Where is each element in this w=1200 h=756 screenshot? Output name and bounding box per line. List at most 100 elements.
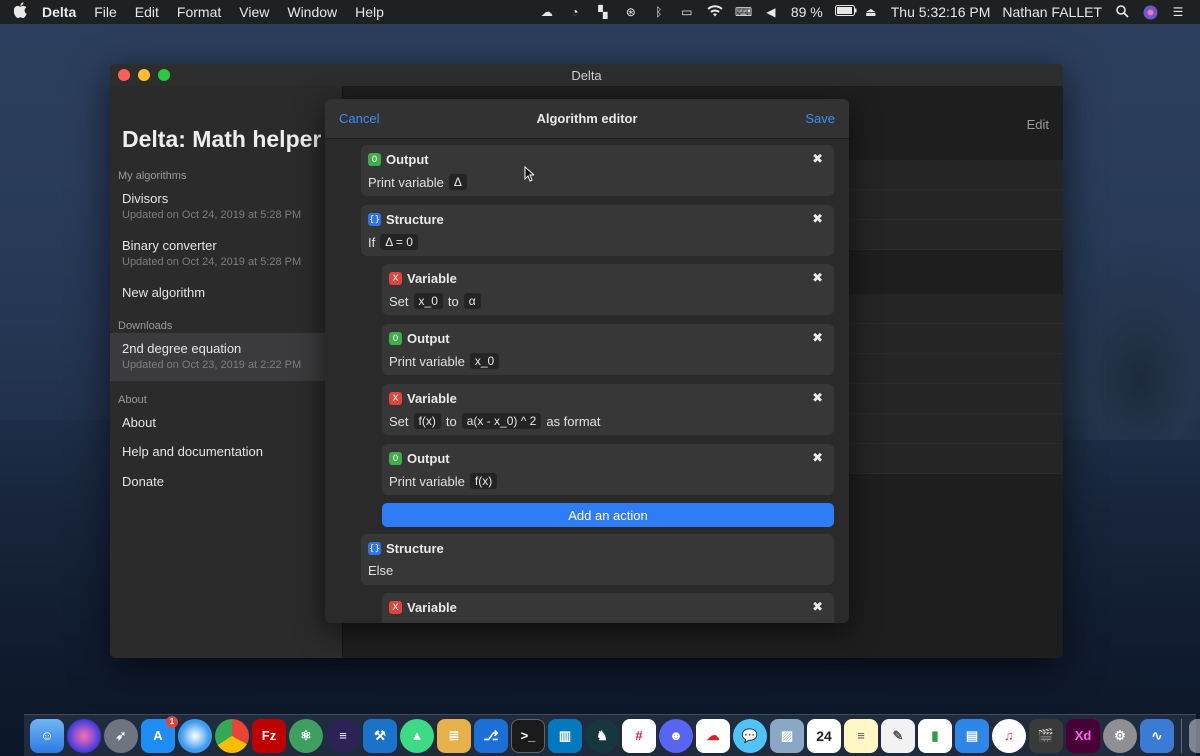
trash-icon[interactable]: 🗑 bbox=[1189, 718, 1200, 753]
sidebar-item-label: New algorithm bbox=[122, 285, 206, 300]
menu-clock[interactable]: Thu 5:32:16 PM bbox=[891, 4, 991, 20]
sequel-icon[interactable]: ≣ bbox=[437, 718, 471, 753]
creative-cloud-icon[interactable]: ☁ bbox=[539, 5, 555, 19]
delete-action-icon[interactable]: ✖ bbox=[812, 212, 823, 227]
sidebar-item-binary-converter[interactable]: Binary converter Updated on Oct 24, 2019… bbox=[110, 238, 343, 282]
sidebar-item-new-algorithm[interactable]: New algorithm bbox=[110, 285, 343, 309]
filezilla-icon[interactable]: Fz bbox=[252, 718, 286, 753]
calendar-icon[interactable]: 24 bbox=[807, 718, 841, 753]
variable-chip[interactable]: f(x) bbox=[413, 413, 441, 429]
eject-icon[interactable]: ⏏ bbox=[863, 5, 879, 19]
save-button[interactable]: Save bbox=[805, 111, 835, 126]
algorithm-editor-modal: Cancel Algorithm editor Save 0 Output ✖ … bbox=[325, 99, 849, 623]
variable-icon: X bbox=[389, 392, 402, 405]
xd-icon[interactable]: Xd bbox=[1066, 718, 1100, 753]
delete-action-icon[interactable]: ✖ bbox=[812, 600, 823, 615]
delete-action-icon[interactable]: ✖ bbox=[812, 451, 823, 466]
preview-icon[interactable]: ▨ bbox=[770, 718, 804, 753]
menu-window[interactable]: Window bbox=[278, 4, 346, 20]
action-card-variable[interactable]: X Variable ✖ Set f(x) to a(x - x_0) ^ 2 … bbox=[382, 384, 834, 435]
variable-chip[interactable]: x_0 bbox=[469, 353, 500, 369]
tiles-icon[interactable]: ▚ bbox=[595, 5, 611, 19]
action-card-output[interactable]: 0 Output ✖ Print variable x_0 bbox=[382, 324, 834, 375]
sourcetree-icon[interactable]: ⎇ bbox=[474, 718, 508, 753]
safari-icon[interactable] bbox=[178, 718, 212, 753]
sidebar-item-donate[interactable]: Donate bbox=[110, 474, 343, 498]
delete-action-icon[interactable]: ✖ bbox=[812, 391, 823, 406]
value-chip[interactable]: a(x - x_0) ^ 2 bbox=[461, 413, 542, 429]
menu-help[interactable]: Help bbox=[346, 4, 393, 20]
slack-icon[interactable]: # bbox=[622, 718, 656, 753]
volume-icon[interactable]: ◀ bbox=[763, 5, 779, 19]
creative-cloud-dock-icon[interactable]: ☁ bbox=[696, 718, 730, 753]
menu-format[interactable]: Format bbox=[168, 4, 230, 20]
action-card-structure[interactable]: {} Structure Else bbox=[361, 534, 834, 585]
siri-menu-icon[interactable] bbox=[1142, 5, 1158, 20]
add-action-button[interactable]: Add an action bbox=[382, 503, 834, 527]
shazam-icon[interactable]: ⊛ bbox=[623, 5, 639, 19]
variable-chip[interactable]: x_0 bbox=[413, 293, 443, 309]
notification-center-icon[interactable]: ☰ bbox=[1170, 5, 1186, 19]
output-icon: 0 bbox=[389, 332, 402, 345]
messages-icon[interactable]: 💬 bbox=[733, 718, 767, 753]
wifi-icon[interactable] bbox=[707, 5, 723, 19]
app-menu[interactable]: Delta bbox=[40, 4, 85, 20]
sound-icon[interactable]: ∿ bbox=[1140, 718, 1174, 753]
action-text: Set bbox=[389, 413, 409, 429]
gitkraken-icon[interactable]: ♞ bbox=[585, 718, 619, 753]
keynote-icon[interactable]: ▤ bbox=[955, 718, 989, 753]
notes-icon[interactable]: ≡ bbox=[844, 718, 878, 753]
airplay-icon[interactable]: ▭ bbox=[679, 5, 695, 19]
terminal-icon[interactable]: >_ bbox=[511, 718, 545, 753]
menu-user[interactable]: Nathan FALLET bbox=[1002, 4, 1102, 20]
menu-view[interactable]: View bbox=[230, 4, 278, 20]
delete-action-icon[interactable]: ✖ bbox=[812, 271, 823, 286]
spotlight-icon[interactable] bbox=[1114, 5, 1130, 19]
numbers-icon[interactable]: ▮ bbox=[918, 718, 952, 753]
finder-icon[interactable]: ☺ bbox=[30, 718, 64, 753]
action-card-variable[interactable]: X Variable ✖ Set x_0 to α bbox=[382, 264, 834, 315]
system-preferences-icon[interactable]: ⚙ bbox=[1103, 718, 1137, 753]
variable-chip[interactable]: f(x) bbox=[469, 473, 498, 489]
battery-percent[interactable]: 89 % bbox=[791, 4, 823, 20]
sidebar-item-2nd-degree-equation[interactable]: 2nd degree equation Updated on Oct 23, 2… bbox=[110, 333, 343, 381]
app-store-icon[interactable]: A1 bbox=[141, 715, 178, 753]
action-card-output[interactable]: 0 Output ✖ Print variable f(x) bbox=[382, 444, 834, 495]
section-downloads: Downloads bbox=[118, 320, 173, 332]
speedometer-icon[interactable]: ◔ bbox=[567, 5, 583, 19]
sidebar-item-help[interactable]: Help and documentation bbox=[110, 444, 343, 468]
apple-menu-icon[interactable] bbox=[0, 2, 40, 22]
delete-action-icon[interactable]: ✖ bbox=[812, 331, 823, 346]
eclipse-icon[interactable]: ≡ bbox=[326, 718, 360, 753]
android-studio-icon[interactable]: ▲ bbox=[400, 718, 434, 753]
sidebar-item-about[interactable]: About bbox=[110, 415, 343, 439]
atom-icon[interactable]: ⚛ bbox=[289, 718, 323, 753]
action-card-variable[interactable]: X Variable ✖ bbox=[382, 593, 834, 623]
bluetooth-icon[interactable]: ᛒ bbox=[651, 5, 667, 19]
variable-chip[interactable]: Δ bbox=[448, 174, 467, 190]
sidebar-item-label: Divisors bbox=[122, 191, 169, 206]
trello-icon[interactable]: ▥ bbox=[548, 718, 582, 753]
discord-icon[interactable]: ☻ bbox=[659, 718, 693, 753]
xcode-icon[interactable]: ⚒ bbox=[363, 718, 397, 753]
keyboard-icon[interactable]: ⌨ bbox=[735, 5, 752, 19]
action-card-structure[interactable]: {} Structure ✖ If Δ = 0 bbox=[361, 205, 834, 256]
music-icon[interactable]: ♫ bbox=[992, 718, 1026, 753]
action-type: Variable bbox=[407, 271, 457, 286]
menu-edit[interactable]: Edit bbox=[126, 4, 168, 20]
value-chip[interactable]: α bbox=[463, 293, 481, 309]
menu-file[interactable]: File bbox=[85, 4, 126, 20]
battery-icon[interactable] bbox=[834, 5, 857, 19]
chrome-icon[interactable] bbox=[215, 718, 249, 753]
condition-chip[interactable]: Δ = 0 bbox=[380, 234, 418, 250]
launchpad-icon[interactable]: ➶ bbox=[104, 718, 138, 753]
siri-icon[interactable] bbox=[67, 718, 101, 753]
textedit-icon[interactable]: ✎ bbox=[881, 718, 915, 753]
sidebar-item-divisors[interactable]: Divisors Updated on Oct 24, 2019 at 5:28… bbox=[110, 191, 343, 235]
final-cut-icon[interactable]: 🎬 bbox=[1029, 718, 1063, 753]
modal-header: Cancel Algorithm editor Save bbox=[325, 99, 849, 139]
edit-button[interactable]: Edit bbox=[1027, 117, 1049, 132]
delete-action-icon[interactable]: ✖ bbox=[812, 152, 823, 167]
modal-body[interactable]: 0 Output ✖ Print variable Δ {} Structure… bbox=[325, 140, 849, 623]
action-card-output[interactable]: 0 Output ✖ Print variable Δ bbox=[361, 145, 834, 196]
